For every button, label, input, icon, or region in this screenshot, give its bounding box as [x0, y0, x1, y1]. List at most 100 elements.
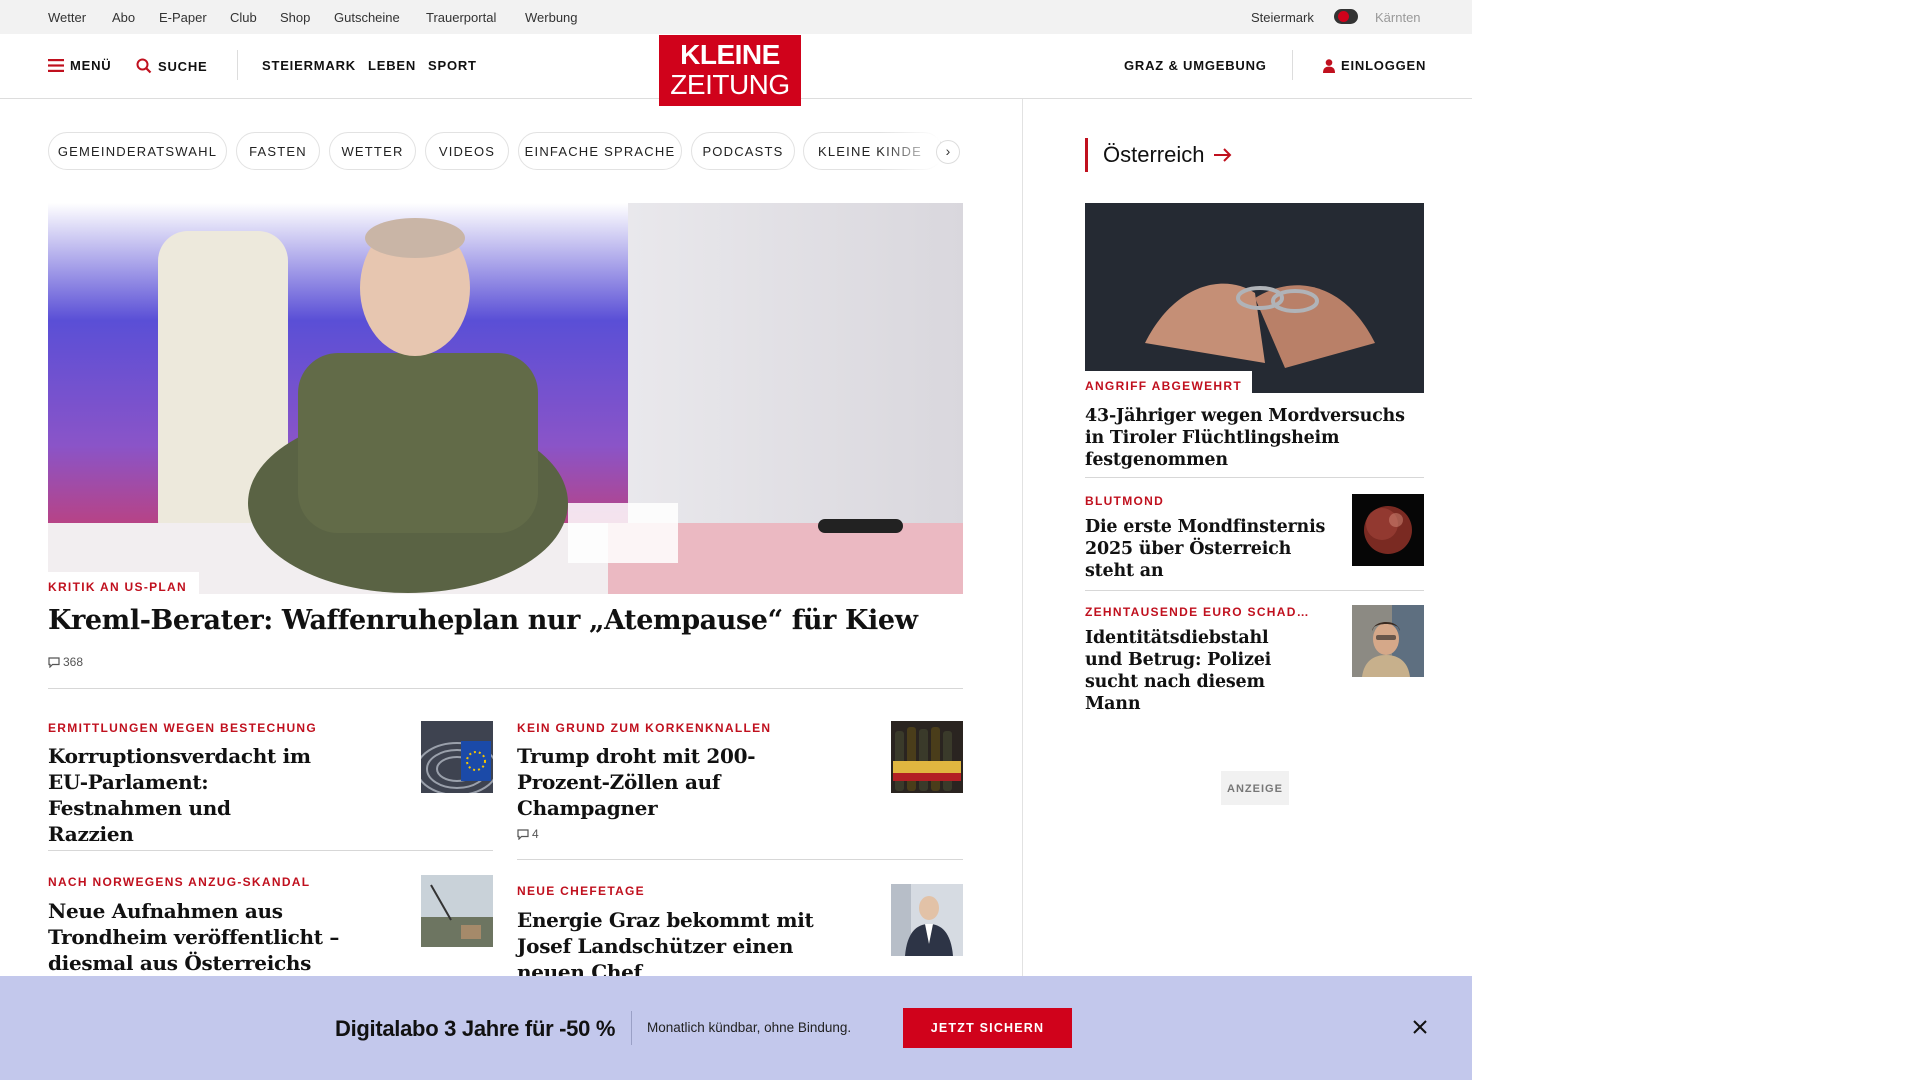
story-1-thumbnail[interactable]: [421, 721, 493, 793]
divider: [1085, 477, 1424, 478]
header-divider-right: [1292, 50, 1293, 80]
handcuffs-photo: [1085, 203, 1424, 393]
hero-comment-count[interactable]: 368: [48, 655, 83, 669]
story-2-kicker: KEIN GRUND ZUM KORKENKNALLEN: [517, 721, 772, 735]
chip-fasten[interactable]: FASTEN: [236, 132, 320, 170]
menu-button[interactable]: MENÜ: [48, 58, 111, 73]
nav-steiermark[interactable]: STEIERMARK: [262, 58, 356, 73]
story-4-kicker: NEUE CHEFETAGE: [517, 884, 645, 898]
utility-link-shop[interactable]: Shop: [280, 10, 310, 25]
sidebar-item-2-kicker: ZEHNTAUSENDE EURO SCHAD…: [1085, 605, 1310, 619]
close-icon[interactable]: [1408, 1015, 1432, 1039]
promo-headline: Digitalabo 3 Jahre für -50 %: [335, 1016, 616, 1041]
story-2-comments-value: 4: [532, 827, 539, 841]
hero-image[interactable]: [48, 203, 963, 594]
section-title-label: Österreich: [1103, 142, 1205, 167]
site-column: Wetter Abo E-Paper Club Shop Gutscheine …: [0, 0, 1472, 1080]
close-glyph: [1413, 1020, 1427, 1034]
user-icon: [1323, 58, 1335, 73]
story-2-comment-count[interactable]: 4: [517, 827, 539, 841]
sidebar-lead-image[interactable]: [1085, 203, 1424, 393]
sidebar-item-2-headline[interactable]: Identitätsdiebstahl und Betrug: Polizei …: [1085, 627, 1305, 715]
chip-einfache-sprache[interactable]: EINFACHE SPRACHE: [518, 132, 682, 170]
utility-link-wetter[interactable]: Wetter: [48, 10, 86, 25]
section-title-oesterreich[interactable]: Österreich: [1085, 138, 1232, 172]
sidebar-item-1-headline[interactable]: Die erste Mondfinsternis 2025 über Öster…: [1085, 516, 1335, 582]
column-divider: [1022, 99, 1023, 979]
chevron-right-icon: ›: [945, 143, 951, 159]
chip-videos[interactable]: VIDEOS: [425, 132, 509, 170]
ad-label: ANZEIGE: [1221, 771, 1289, 805]
story-2-thumbnail[interactable]: [891, 721, 963, 793]
arrow-right-icon: [1214, 148, 1232, 162]
promo-subline: Monatlich kündbar, ohne Bindung.: [647, 1020, 852, 1035]
sidebar-lead-headline[interactable]: 43-Jähriger wegen Mordversuchs in Tirole…: [1085, 405, 1424, 471]
region-kaernten[interactable]: Kärnten: [1375, 10, 1421, 25]
chip-podcasts[interactable]: PODCASTS: [691, 132, 795, 170]
blood-moon-image: [1352, 494, 1424, 566]
story-3-kicker: NACH NORWEGENS ANZUG-SKANDAL: [48, 875, 311, 889]
sidebar-item-2-thumbnail[interactable]: [1352, 605, 1424, 677]
chip-gemeinderatswahl[interactable]: GEMEINDERATSWAHL: [48, 132, 227, 170]
menu-label: MENÜ: [70, 58, 112, 73]
utility-link-epaper[interactable]: E-Paper: [159, 10, 207, 25]
eu-parliament-image: [421, 721, 493, 793]
subscription-banner: Digitalabo 3 Jahre für -50 % Monatlich k…: [0, 976, 1472, 1080]
header-divider: [237, 50, 238, 80]
chip-wetter[interactable]: WETTER: [329, 132, 416, 170]
hero-photo: [48, 203, 963, 594]
story-3-thumbnail[interactable]: [421, 875, 493, 947]
comment-icon: [517, 828, 529, 840]
hero-comments-value: 368: [63, 655, 84, 669]
logo-line-1: KLEINE: [680, 39, 780, 70]
chip-fade: [880, 132, 940, 170]
sidebar-lead-kicker-tag: ANGRIFF ABGEWEHRT: [1085, 371, 1252, 393]
utility-link-gutscheine[interactable]: Gutscheine: [334, 10, 400, 25]
search-label: SUCHE: [158, 58, 208, 74]
page: Wetter Abo E-Paper Club Shop Gutscheine …: [0, 0, 1920, 1080]
nav-leben[interactable]: LEBEN: [368, 58, 416, 73]
portrait-image: [891, 884, 963, 956]
story-1-headline[interactable]: Korruptionsverdacht im EU-Parlament: Fes…: [48, 743, 318, 847]
local-region-link[interactable]: GRAZ & UMGEBUNG: [1124, 58, 1267, 73]
sidebar-lead-kicker: ANGRIFF ABGEWEHRT: [1085, 379, 1242, 393]
chips-next-button[interactable]: ›: [936, 140, 960, 164]
hero-kicker: KRITIK AN US-PLAN: [48, 580, 187, 594]
viewport-blank-area: [1472, 0, 1920, 1080]
story-2-headline[interactable]: Trump droht mit 200-Prozent-Zöllen auf C…: [517, 743, 847, 821]
hamburger-icon: [48, 59, 64, 72]
divider: [517, 859, 963, 860]
logo-line-2: ZEITUNG: [670, 69, 790, 100]
ski-jump-image: [421, 875, 493, 947]
hero-headline[interactable]: Kreml-Berater: Waffenruheplan nur „Atemp…: [48, 603, 963, 639]
search-icon: [136, 58, 152, 74]
divider: [48, 688, 963, 689]
region-toggle[interactable]: [1334, 9, 1358, 24]
main-header: MENÜ SUCHE STEIERMARK LEBEN SPORT KLEINE…: [0, 34, 1472, 106]
suspect-image: [1352, 605, 1424, 677]
utility-bar: Wetter Abo E-Paper Club Shop Gutscheine …: [0, 0, 1472, 34]
sidebar-item-1-kicker: BLUTMOND: [1085, 494, 1165, 508]
toggle-knob: [1338, 11, 1349, 22]
story-1-kicker: ERMITTLUNGEN WEGEN BESTECHUNG: [48, 721, 318, 735]
site-logo[interactable]: KLEINE ZEITUNG: [659, 35, 801, 106]
sidebar-item-1-thumbnail[interactable]: [1352, 494, 1424, 566]
region-steiermark[interactable]: Steiermark: [1251, 10, 1314, 25]
nav-sport[interactable]: SPORT: [428, 58, 477, 73]
promo-divider: [631, 1011, 632, 1045]
search-button[interactable]: SUCHE: [136, 58, 208, 74]
champagne-image: [891, 721, 963, 793]
login-label: EINLOGGEN: [1341, 58, 1427, 73]
utility-link-werbung[interactable]: Werbung: [525, 10, 578, 25]
divider: [1085, 590, 1424, 591]
comment-icon: [48, 656, 60, 668]
story-4-headline[interactable]: Energie Graz bekommt mit Josef Landschüt…: [517, 907, 857, 985]
utility-link-club[interactable]: Club: [230, 10, 257, 25]
hero-kicker-tag: KRITIK AN US-PLAN: [48, 572, 199, 594]
utility-link-abo[interactable]: Abo: [112, 10, 135, 25]
login-button[interactable]: EINLOGGEN: [1323, 58, 1426, 73]
divider: [48, 850, 493, 851]
story-4-thumbnail[interactable]: [891, 884, 963, 956]
promo-cta-button[interactable]: JETZT SICHERN: [903, 1008, 1072, 1048]
utility-link-trauerportal[interactable]: Trauerportal: [426, 10, 496, 25]
